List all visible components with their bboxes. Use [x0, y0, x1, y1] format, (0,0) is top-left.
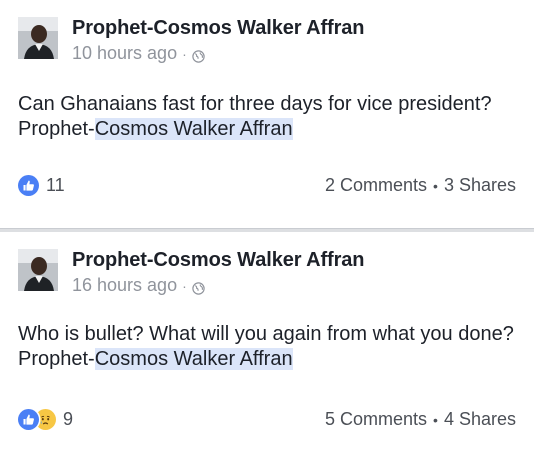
- reactions-summary[interactable]: 9: [18, 409, 73, 430]
- feed-post: Prophet-Cosmos Walker Affran 16 hours ag…: [0, 232, 534, 462]
- post-timestamp[interactable]: 16 hours ago: [72, 275, 177, 296]
- post-text: Can Ghanaians fast for three days for vi…: [18, 92, 523, 142]
- engagement-summary: 5 Comments • 4 Shares: [325, 409, 516, 430]
- mention-link[interactable]: Cosmos Walker Affran: [94, 348, 293, 370]
- comments-count-link[interactable]: 2 Comments: [325, 175, 427, 196]
- shares-count-link[interactable]: 3 Shares: [444, 175, 516, 196]
- reaction-count: 9: [63, 409, 74, 429]
- shares-count-link[interactable]: 4 Shares: [444, 409, 516, 430]
- post-timestamp[interactable]: 10 hours ago: [72, 43, 177, 64]
- post-author[interactable]: Prophet-Cosmos Walker Affran: [72, 17, 365, 40]
- reaction-count: 11: [46, 175, 65, 195]
- comments-count-link[interactable]: 5 Comments: [325, 409, 427, 430]
- mention-link[interactable]: Cosmos Walker Affran: [94, 118, 293, 140]
- engagement-summary: 2 Comments • 3 Shares: [325, 175, 516, 196]
- post-author[interactable]: Prophet-Cosmos Walker Affran: [72, 249, 365, 272]
- post-divider-line: [0, 228, 534, 229]
- meta-separator: ·: [182, 277, 187, 294]
- like-icon: [18, 175, 39, 196]
- dot-separator: •: [433, 177, 438, 194]
- avatar[interactable]: [18, 17, 58, 59]
- globe-icon: [192, 47, 205, 63]
- post-text: Who is bullet? What will you again from …: [18, 322, 523, 372]
- post-meta: 10 hours ago ·: [72, 43, 205, 64]
- post-meta: 16 hours ago ·: [72, 275, 205, 296]
- globe-icon: [192, 279, 205, 295]
- dot-separator: •: [433, 411, 438, 428]
- avatar[interactable]: [18, 249, 58, 291]
- like-icon: [18, 409, 39, 430]
- meta-separator: ·: [182, 45, 187, 62]
- reactions-summary[interactable]: 11: [18, 175, 65, 196]
- feed-post: Prophet-Cosmos Walker Affran 10 hours ag…: [0, 0, 534, 228]
